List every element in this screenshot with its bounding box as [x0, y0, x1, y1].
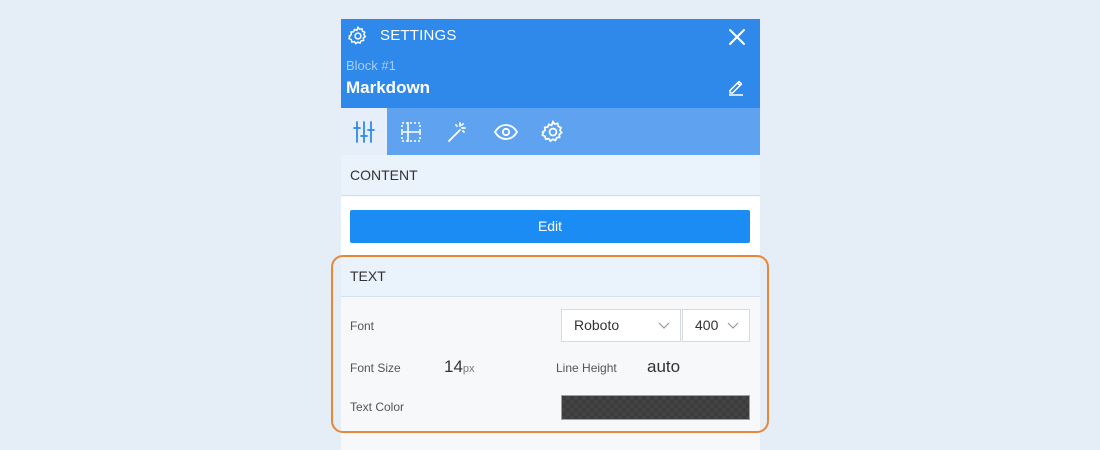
tab-bar	[341, 108, 760, 155]
close-icon[interactable]	[725, 25, 749, 49]
font-label: Font	[350, 319, 375, 333]
settings-panel: SETTINGS Block #1 Markdown CONTENT Edit …	[341, 19, 760, 450]
font-weight-select[interactable]: 400	[682, 309, 750, 342]
line-height-label: Line Height	[556, 361, 617, 375]
text-color-label: Text Color	[350, 400, 405, 414]
tab-advanced[interactable]	[530, 108, 576, 155]
settings-title: SETTINGS	[380, 27, 457, 44]
sliders-icon	[353, 120, 375, 143]
font-weight-value: 400	[695, 317, 719, 333]
font-size-value: 14	[444, 357, 463, 376]
block-name: Markdown	[346, 78, 431, 97]
tab-effects[interactable]	[434, 108, 480, 155]
gear-icon	[541, 119, 563, 142]
font-size-input[interactable]: 14px	[444, 357, 475, 377]
text-color-picker[interactable]	[561, 395, 750, 420]
tab-content-settings[interactable]	[341, 108, 387, 155]
tab-visibility[interactable]	[483, 108, 529, 155]
chevron-down-icon	[727, 322, 739, 329]
font-size-unit: px	[462, 363, 475, 375]
eye-icon	[493, 123, 519, 140]
section-text-header[interactable]: TEXT	[341, 256, 760, 297]
font-size-label: Font Size	[350, 361, 401, 375]
chevron-down-icon	[658, 322, 670, 329]
line-height-input[interactable]: auto	[647, 357, 680, 377]
font-family-value: Roboto	[574, 317, 620, 333]
pencil-icon[interactable]	[726, 77, 746, 97]
settings-header: SETTINGS Block #1 Markdown	[341, 19, 760, 108]
layout-grid-icon	[401, 121, 421, 142]
tab-layout[interactable]	[388, 108, 434, 155]
content-section-body: Edit	[341, 197, 760, 256]
edit-button[interactable]: Edit	[350, 210, 750, 243]
block-id: Block #1	[346, 58, 396, 73]
magic-wand-icon	[448, 121, 466, 142]
gear-icon	[347, 25, 367, 45]
font-family-select[interactable]: Roboto	[561, 309, 681, 342]
section-content-header[interactable]: CONTENT	[341, 155, 760, 196]
